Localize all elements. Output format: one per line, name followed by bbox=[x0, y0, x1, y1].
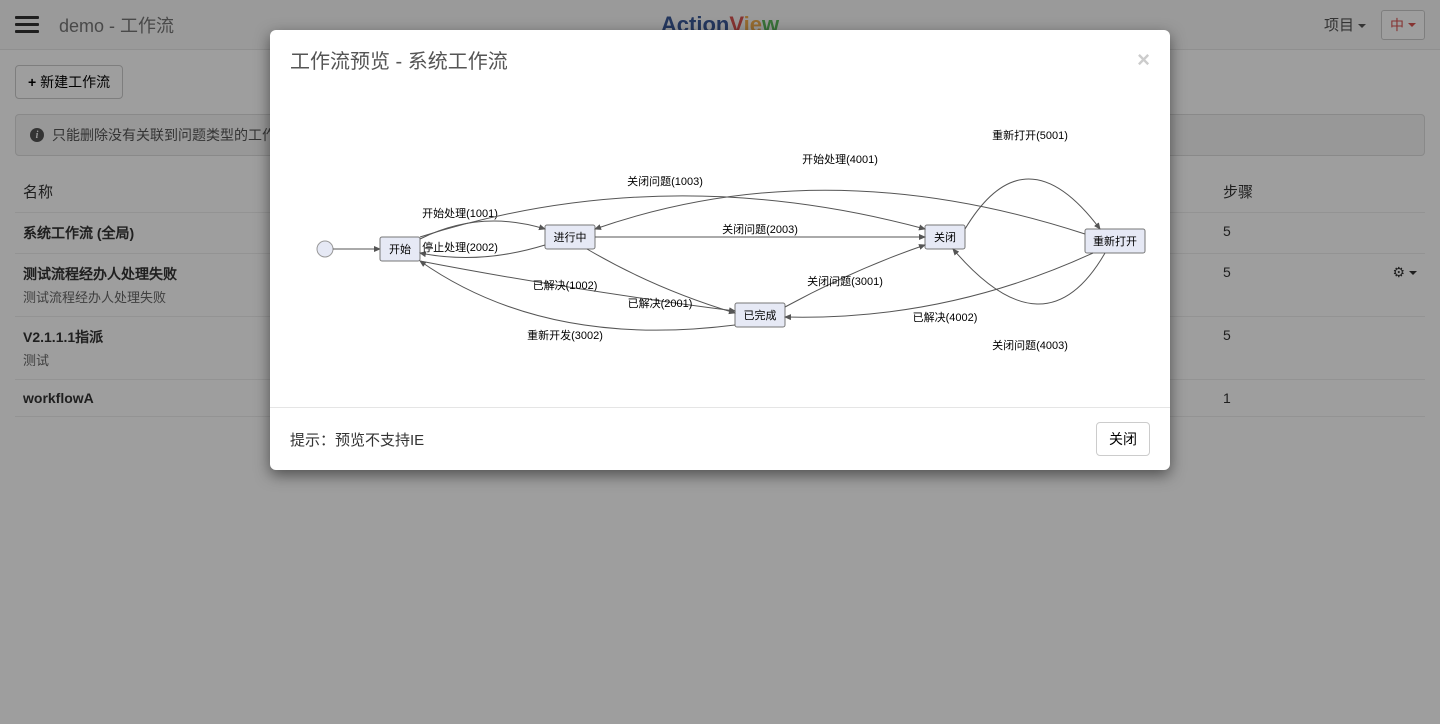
modal-title: 工作流预览 - 系统工作流 bbox=[290, 45, 508, 74]
svg-text:关闭问题(3001): 关闭问题(3001) bbox=[807, 274, 883, 288]
svg-text:进行中: 进行中 bbox=[554, 231, 587, 244]
svg-text:已解决(4002): 已解决(4002) bbox=[913, 310, 978, 324]
svg-text:已解决(1002): 已解决(1002) bbox=[533, 278, 598, 292]
svg-text:关闭问题(1003): 关闭问题(1003) bbox=[627, 174, 703, 188]
start-node-icon bbox=[317, 241, 333, 257]
svg-text:开始处理(1001): 开始处理(1001) bbox=[422, 206, 498, 220]
modal-close-button[interactable]: 关闭 bbox=[1096, 422, 1150, 456]
svg-text:重新打开: 重新打开 bbox=[1093, 234, 1137, 248]
svg-text:已解决(2001): 已解决(2001) bbox=[628, 296, 693, 310]
close-icon[interactable]: × bbox=[1137, 47, 1150, 73]
svg-text:重新打开(5001): 重新打开(5001) bbox=[992, 128, 1068, 142]
svg-text:重新开发(3002): 重新开发(3002) bbox=[527, 328, 603, 342]
modal-body: 开始 进行中 已完成 关闭 重新打开 开始处理(1001) 停止处理(2002)… bbox=[270, 89, 1170, 407]
svg-text:关闭问题(4003): 关闭问题(4003) bbox=[992, 338, 1068, 352]
svg-text:停止处理(2002): 停止处理(2002) bbox=[422, 240, 498, 254]
svg-text:关闭问题(2003): 关闭问题(2003) bbox=[722, 222, 798, 236]
workflow-preview-modal: 工作流预览 - 系统工作流 × 开始 进行中 已完成 关闭 bbox=[270, 30, 1170, 470]
modal-hint: 提示：预览不支持IE bbox=[290, 429, 424, 450]
svg-text:开始: 开始 bbox=[389, 242, 411, 256]
svg-text:开始处理(4001): 开始处理(4001) bbox=[802, 152, 878, 166]
workflow-diagram: 开始 进行中 已完成 关闭 重新打开 开始处理(1001) 停止处理(2002)… bbox=[285, 89, 1155, 389]
svg-text:关闭: 关闭 bbox=[934, 230, 956, 244]
svg-text:已完成: 已完成 bbox=[744, 308, 777, 322]
